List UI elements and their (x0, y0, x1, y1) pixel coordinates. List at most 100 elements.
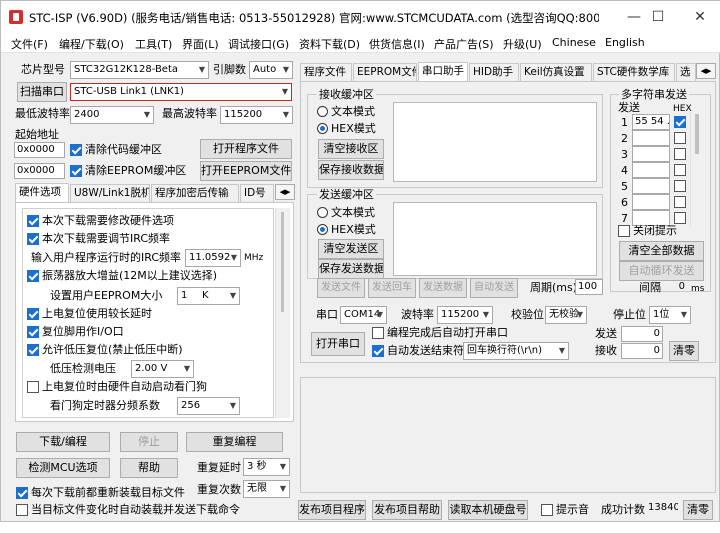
clear-success-button[interactable]: 清零 (683, 500, 713, 520)
menu-supply[interactable]: 供货信息(I) (369, 36, 425, 52)
reload-checkbox[interactable] (16, 487, 28, 499)
multi-send-scrollbar[interactable] (690, 112, 704, 226)
opt-long-delay-checkbox[interactable] (27, 308, 39, 320)
download-button[interactable]: 下载/编程 (16, 432, 110, 452)
multi-send-hex-checkbox[interactable] (674, 148, 686, 160)
close-hint-checkbox[interactable] (618, 225, 630, 237)
tab-keil-settings[interactable]: Keil仿真设置 (520, 63, 592, 81)
tab-id[interactable]: ID号 (240, 184, 274, 202)
save-send-button[interactable]: 保存发送数据 (318, 259, 384, 279)
port-select[interactable]: STC-USB Link1 (LNK1) ▼ (70, 83, 292, 101)
close-icon[interactable]: ✕ (679, 5, 720, 29)
clear-code-checkbox[interactable] (70, 144, 82, 156)
multi-send-hex-checkbox[interactable] (674, 196, 686, 208)
menu-upgrade[interactable]: 升级(U) (503, 36, 542, 52)
multi-send-hex-checkbox[interactable] (674, 180, 686, 192)
tab-encrypted[interactable]: 程序加密后传输 (151, 184, 239, 202)
open-eeprom-button[interactable]: 打开EEPROM文件 (200, 161, 292, 181)
multi-send-input[interactable] (632, 194, 670, 210)
publish-project-button[interactable]: 发布项目程序 (298, 500, 366, 520)
tab-scroll-arrows[interactable]: ◀▶ (275, 184, 295, 200)
multi-send-input[interactable] (632, 146, 670, 162)
auto-loop-send-button[interactable]: 自动循环发送 (619, 261, 704, 281)
reprogram-button[interactable]: 重复编程 (186, 432, 283, 452)
menu-file[interactable]: 文件(F) (11, 36, 48, 52)
stop-button[interactable]: 停止 (120, 432, 178, 452)
opt-irc-checkbox[interactable] (27, 233, 39, 245)
scan-port-button[interactable]: 扫描串口 (17, 82, 67, 102)
beep-checkbox[interactable] (541, 504, 553, 516)
multi-send-hex-checkbox[interactable] (674, 164, 686, 176)
check-mcu-button[interactable]: 检测MCU选项 (16, 458, 110, 478)
tab-hid-assistant[interactable]: HID助手 (469, 63, 519, 81)
menu-interface[interactable]: 界面(L) (182, 36, 219, 52)
pins-select[interactable]: Auto ▼ (249, 61, 293, 79)
recv-text-mode-radio[interactable] (317, 106, 328, 117)
tab-offline[interactable]: U8W/Link1脱机 (70, 184, 150, 202)
auto-open-checkbox[interactable] (372, 327, 384, 339)
clear-all-data-button[interactable]: 清空全部数据 (619, 241, 704, 261)
read-disk-button[interactable]: 读取本机硬盘号 (448, 500, 528, 520)
end-char-select[interactable]: 回车换行符(\r\n) ▼ (463, 342, 569, 360)
multi-send-input[interactable] (632, 130, 670, 146)
menu-debug[interactable]: 调试接口(G) (228, 36, 289, 52)
eeprom-size-select[interactable]: 1 K ▼ (177, 287, 240, 305)
tab-serial-assistant[interactable]: 串口助手 (418, 62, 468, 82)
scrollbar-thumb[interactable] (281, 212, 284, 312)
open-program-button[interactable]: 打开程序文件 (200, 139, 292, 159)
stop-bits-select[interactable]: 1位 ▼ (649, 306, 691, 324)
save-receive-button[interactable]: 保存接收数据 (318, 160, 384, 180)
repeat-delay-select[interactable]: 3 秒 ▼ (243, 458, 290, 476)
auto-send-button[interactable]: 自动发送 (470, 278, 518, 298)
opt-osc-gain-checkbox[interactable] (27, 270, 39, 282)
auto-end-checkbox[interactable] (372, 345, 384, 357)
baud-select[interactable]: 115200 ▼ (437, 306, 493, 324)
open-port-button[interactable]: 打开串口 (311, 332, 365, 356)
com-port-select[interactable]: COM14 ▼ (340, 306, 387, 324)
max-baud-select[interactable]: 115200 ▼ (220, 106, 293, 124)
eeprom-address-input[interactable]: 0x0000 (14, 163, 65, 179)
tab-hardware-options[interactable]: 硬件选项 (15, 183, 69, 203)
tab-program-file[interactable]: 程序文件 (300, 63, 352, 81)
multi-send-hex-checkbox[interactable] (674, 116, 686, 128)
irc-freq-select[interactable]: 11.0592 ▼ (185, 249, 241, 267)
wdt-divider-select[interactable]: 256 ▼ (177, 397, 240, 415)
menu-chinese[interactable]: Chinese (552, 36, 596, 49)
multi-send-input[interactable] (632, 178, 670, 194)
clear-count-button[interactable]: 清零 (669, 341, 699, 361)
menu-program[interactable]: 编程/下载(O) (59, 36, 124, 52)
opt-lvr-checkbox[interactable] (27, 344, 39, 356)
tab-eeprom-file[interactable]: EEPROM文件 (353, 63, 417, 81)
send-textarea[interactable] (393, 202, 597, 276)
multi-send-input[interactable]: 55 54 ... (632, 114, 670, 130)
opt-modify-hw-checkbox[interactable] (27, 215, 39, 227)
lvd-voltage-select[interactable]: 2.00 V ▼ (131, 360, 194, 378)
opt-reset-io-checkbox[interactable] (27, 326, 39, 338)
receive-textarea[interactable] (393, 102, 597, 182)
opt-wdt-checkbox[interactable] (27, 381, 39, 393)
recv-hex-mode-radio[interactable] (317, 123, 328, 134)
period-input[interactable]: 100 (575, 279, 603, 295)
min-baud-select[interactable]: 2400 ▼ (70, 106, 154, 124)
auto-load-checkbox[interactable] (16, 504, 28, 516)
clear-receive-button[interactable]: 清空接收区 (318, 139, 384, 159)
clear-eeprom-checkbox[interactable] (70, 165, 82, 177)
send-hex-mode-radio[interactable] (317, 224, 328, 235)
options-scrollbar[interactable] (275, 208, 290, 418)
code-address-input[interactable]: 0x0000 (14, 142, 65, 158)
maximize-icon[interactable]: ☐ (637, 5, 679, 29)
multi-send-hex-checkbox[interactable] (674, 212, 686, 224)
scrollbar-thumb[interactable] (695, 114, 699, 154)
menu-ads[interactable]: 产品广告(S) (434, 36, 494, 52)
repeat-count-select[interactable]: 无限 ▼ (243, 480, 290, 498)
tab-math-lib[interactable]: STC硬件数学库 (593, 63, 675, 81)
clear-send-button[interactable]: 清空发送区 (318, 239, 384, 259)
parity-select[interactable]: 无校验 ▼ (545, 306, 587, 324)
menu-english[interactable]: English (605, 36, 645, 49)
publish-help-button[interactable]: 发布项目帮助 (372, 500, 442, 520)
tab-more[interactable]: 选 (676, 63, 696, 81)
chip-select[interactable]: STC32G12K128-Beta ▼ (70, 61, 209, 79)
send-enter-button[interactable]: 发送回车 (368, 278, 416, 298)
send-file-button[interactable]: 发送文件 (317, 278, 365, 298)
help-button[interactable]: 帮助 (120, 458, 178, 478)
